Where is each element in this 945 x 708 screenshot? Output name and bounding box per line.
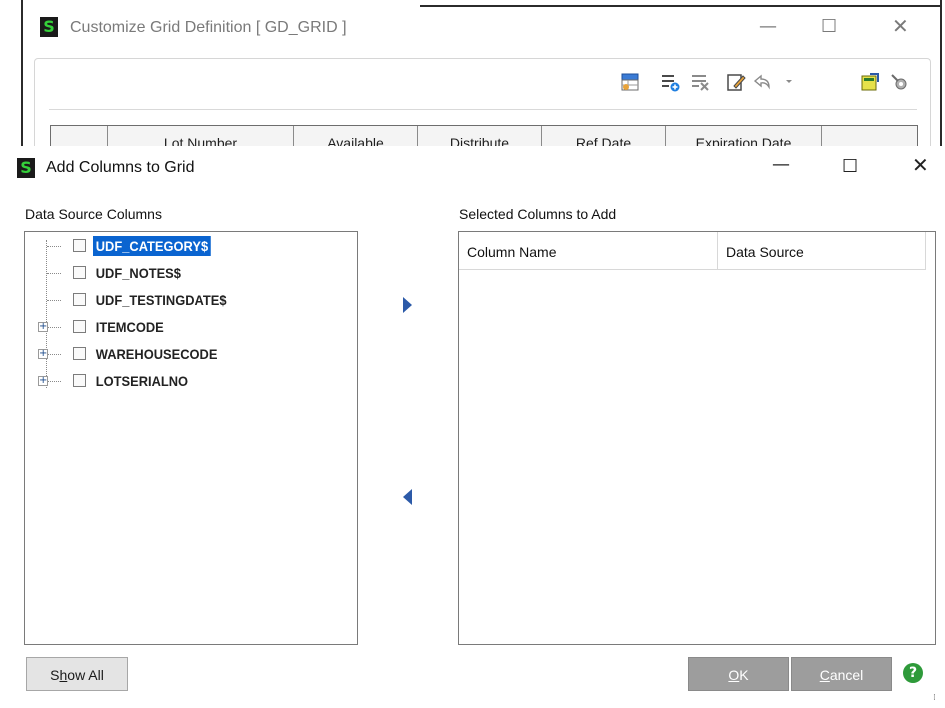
data-source-columns-label: Data Source Columns <box>25 206 162 222</box>
minimize-button[interactable]: — <box>759 17 777 37</box>
column-name-header[interactable]: Column Name <box>459 232 718 270</box>
tree-item[interactable]: + LOTSERIALNO <box>25 369 355 393</box>
data-source-header[interactable]: Data Source <box>718 232 926 270</box>
ok-button[interactable]: OK <box>688 657 789 691</box>
selected-columns-label: Selected Columns to Add <box>459 206 617 222</box>
tree-item-label[interactable]: ITEMCODE <box>93 317 166 337</box>
delete-column-icon[interactable] <box>690 72 710 92</box>
tree-item[interactable]: + WAREHOUSECODE <box>25 342 355 366</box>
item-checkbox[interactable] <box>73 266 86 279</box>
selected-columns-list[interactable]: Column Name Data Source <box>458 231 936 645</box>
item-checkbox[interactable] <box>73 374 86 387</box>
close-button[interactable]: ✕ <box>912 155 929 175</box>
remove-column-arrow-button[interactable] <box>403 489 412 505</box>
minimize-button[interactable]: — <box>772 155 790 175</box>
grid-properties-icon[interactable] <box>620 72 640 92</box>
sage-logo-icon: S <box>40 17 58 37</box>
tree-connector <box>47 354 61 355</box>
tree-connector <box>47 246 61 247</box>
sage-logo-icon: S <box>17 158 35 178</box>
item-checkbox[interactable] <box>73 293 86 306</box>
help-icon[interactable]: ? <box>903 663 923 683</box>
window-title: Customize Grid Definition [ GD_GRID ] <box>70 19 347 36</box>
button-label: ow All <box>67 667 104 683</box>
expand-icon[interactable]: + <box>38 322 48 332</box>
tree-connector <box>47 381 61 382</box>
import-icon[interactable] <box>860 72 880 92</box>
tree-item-label[interactable]: UDF_TESTINGDATE$ <box>93 290 229 310</box>
button-label-accelerator: C <box>819 667 830 683</box>
tree-item[interactable]: UDF_CATEGORY$ <box>25 234 355 258</box>
tree-connector <box>47 327 61 328</box>
tree-item-label[interactable]: LOTSERIALNO <box>93 371 191 391</box>
item-checkbox[interactable] <box>73 347 86 360</box>
show-all-button[interactable]: Show All <box>26 657 128 691</box>
expand-icon[interactable]: + <box>38 349 48 359</box>
add-column-arrow-button[interactable] <box>403 297 412 313</box>
close-button[interactable]: ✕ <box>892 16 909 36</box>
item-checkbox[interactable] <box>73 239 86 252</box>
dialog-title: Add Columns to Grid <box>46 159 195 176</box>
window-border <box>21 0 23 152</box>
window-border <box>420 5 942 7</box>
undo-icon[interactable] <box>752 72 772 92</box>
edit-icon[interactable] <box>726 72 746 92</box>
tree-connector <box>47 273 61 274</box>
customize-grid-window: S Customize Grid Definition [ GD_GRID ] … <box>0 0 945 152</box>
tree-item[interactable]: UDF_TESTINGDATE$ <box>25 288 355 312</box>
settings-icon[interactable] <box>889 72 909 92</box>
tree-item-label[interactable]: WAREHOUSECODE <box>93 344 220 364</box>
button-label: K <box>739 667 749 683</box>
cancel-button[interactable]: Cancel <box>791 657 892 691</box>
item-checkbox[interactable] <box>73 320 86 333</box>
add-column-icon[interactable] <box>660 72 680 92</box>
tree-item-label[interactable]: UDF_CATEGORY$ <box>93 236 211 256</box>
maximize-button[interactable]: ☐ <box>821 17 837 37</box>
data-source-tree[interactable]: UDF_CATEGORY$ UDF_NOTES$ UDF_TESTINGDATE… <box>24 231 358 645</box>
tree-item-label[interactable]: UDF_NOTES$ <box>93 263 184 283</box>
tree-connector <box>47 300 61 301</box>
maximize-button[interactable]: ☐ <box>842 157 858 177</box>
divider <box>49 109 917 110</box>
resize-grip-icon[interactable]: ⁞ <box>933 693 936 703</box>
expand-icon[interactable]: + <box>38 376 48 386</box>
window-border <box>940 0 942 152</box>
tree-item[interactable]: + ITEMCODE <box>25 315 355 339</box>
tree-item[interactable]: UDF_NOTES$ <box>25 261 355 285</box>
undo-dropdown-icon[interactable] <box>784 76 794 86</box>
button-label: ancel <box>829 667 864 683</box>
add-columns-dialog: S Add Columns to Grid — ☐ ✕ Data Source … <box>0 146 945 708</box>
button-label-accelerator: O <box>728 667 740 683</box>
